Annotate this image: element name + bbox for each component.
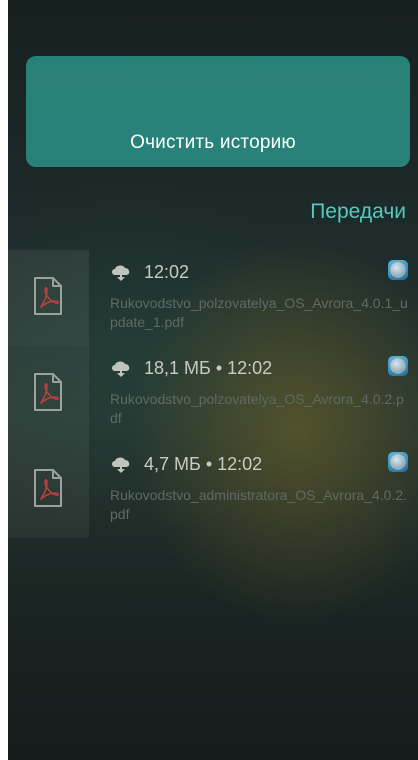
transfer-item[interactable]: 18,1 МБ • 12:02 Rukovodstvo_polzovatelya… [8, 346, 418, 442]
pdf-file-icon [34, 277, 62, 315]
transfer-filename: Rukovodstvo_polzovatelya_OS_Avrora_4.0.2… [110, 391, 404, 426]
file-thumbnail [8, 346, 89, 442]
transfer-item[interactable]: 12:02 Rukovodstvo_polzovatelya_OS_Avrora… [8, 250, 418, 346]
file-thumbnail [8, 442, 89, 538]
download-cloud-icon [112, 264, 130, 281]
file-thumbnail [8, 250, 89, 346]
transfers-screen: Очистить историю Передачи 12:02 Rukovods… [8, 0, 418, 760]
transfer-filename: Rukovodstvo_polzovatelya_OS_Avrora_4.0.1… [110, 295, 408, 330]
browser-globe-icon [388, 260, 408, 280]
transfers-list[interactable]: 12:02 Rukovodstvo_polzovatelya_OS_Avrora… [8, 250, 418, 538]
download-cloud-icon [112, 456, 130, 473]
download-cloud-icon [112, 360, 130, 377]
browser-globe-icon [388, 356, 408, 376]
browser-globe-icon [388, 452, 408, 472]
transfer-filename: Rukovodstvo_administratora_OS_Avrora_4.0… [110, 487, 408, 522]
transfer-status: 18,1 МБ • 12:02 [110, 358, 272, 379]
pdf-file-icon [34, 469, 62, 507]
page-title: Передачи [310, 200, 406, 223]
transfer-status-text: 4,7 МБ • 12:02 [144, 454, 263, 474]
transfer-item[interactable]: 4,7 МБ • 12:02 Rukovodstvo_administrator… [8, 442, 418, 538]
clear-history-menu-item[interactable]: Очистить историю [8, 132, 418, 154]
transfer-status: 4,7 МБ • 12:02 [110, 454, 262, 475]
transfer-status: 12:02 [110, 262, 189, 283]
transfer-status-text: 18,1 МБ • 12:02 [144, 358, 273, 378]
pdf-file-icon [34, 373, 62, 411]
transfer-status-text: 12:02 [144, 262, 190, 282]
